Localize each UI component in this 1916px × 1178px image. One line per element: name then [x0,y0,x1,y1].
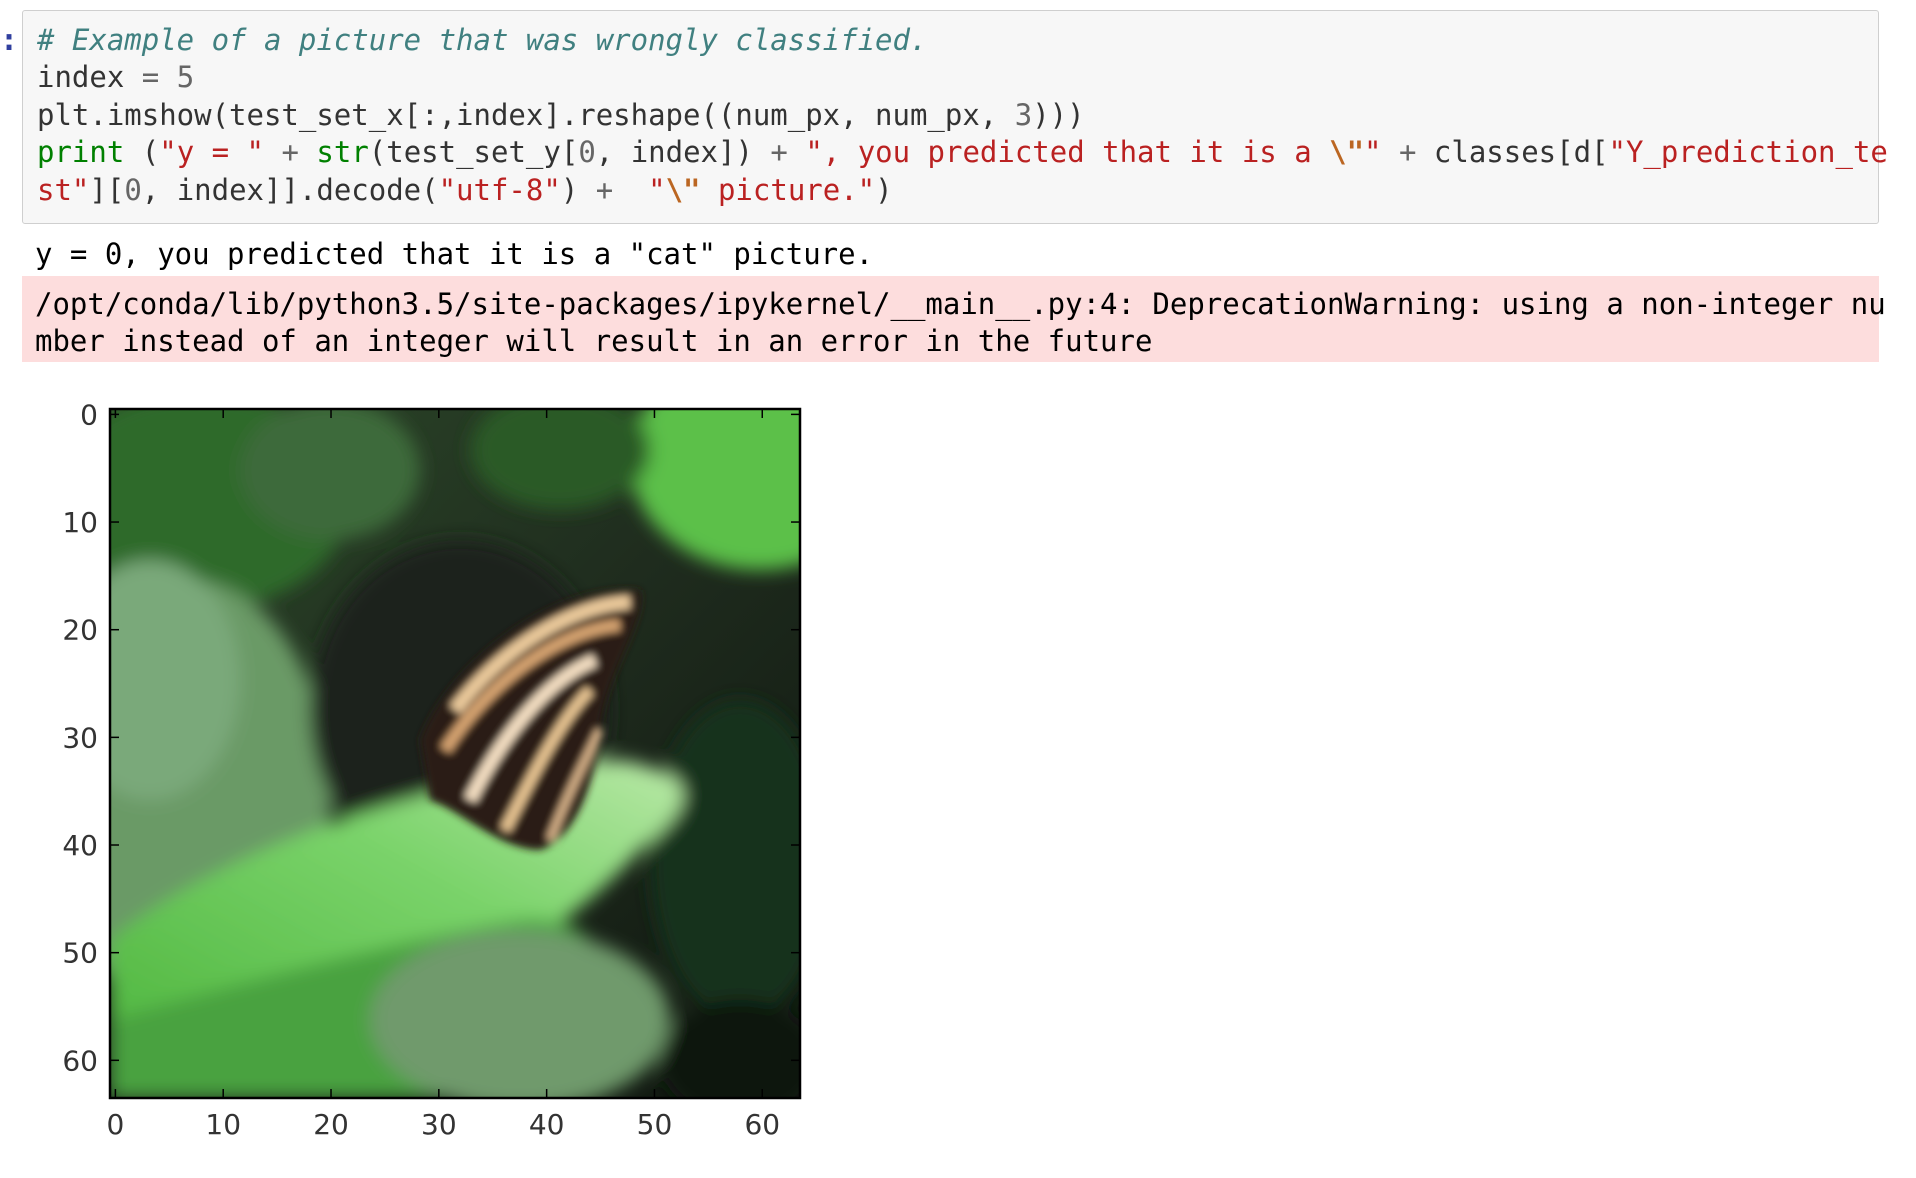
code-token: , index]) [595,135,771,170]
x-tick-label: 40 [529,1108,565,1141]
code-token: ) [875,172,893,207]
code-token: "utf-8" [438,172,561,207]
code-token: print [37,135,125,170]
x-tick-label: 20 [313,1108,349,1141]
y-tick-label: 50 [62,937,98,970]
x-tick-label: 0 [106,1108,124,1141]
code-line: plt.imshow(test_set_x[:,index].reshape((… [37,97,1878,134]
code-token: st" [37,172,90,207]
code-token: 5 [176,60,195,95]
code-token: picture." [700,172,876,207]
stderr-line-1: /opt/conda/lib/python3.5/site-packages/i… [35,287,1886,321]
code-token: \" [1329,135,1365,170]
code-token: + [770,135,788,170]
code-token: + [1398,135,1417,170]
code-token: , index]].decode( [141,172,439,207]
code-token: "y = " [159,135,264,170]
code-token: 0 [578,135,596,170]
code-token: str [316,135,369,170]
code-token: ) [560,172,596,207]
code-cell[interactable]: # Example of a picture that was wrongly … [22,10,1888,224]
code-token: " [648,172,666,207]
code-line: # Example of a picture that was wrongly … [37,22,1878,59]
code-token: plt.imshow(test_set_x[:,index].reshape((… [37,97,1015,132]
code-token: ( [124,135,160,170]
y-tick-label: 40 [62,829,98,862]
code-token: classes[d[ [1416,135,1609,170]
code-token: # Example of a picture that was wrongly … [37,23,928,57]
x-tick-label: 60 [744,1108,780,1141]
code-token: 0 [124,172,142,207]
butterfly-on-leaf-image [110,409,800,1098]
stdout-output: y = 0, you predicted that it is a "cat" … [35,237,874,271]
x-tick-label: 10 [205,1108,241,1141]
y-tick-label: 60 [62,1044,98,1077]
code-token: ))) [1032,97,1085,132]
code-token: = [141,60,160,95]
x-tick-label: 50 [637,1108,673,1141]
code-line: st"][0, index]].decode("utf-8") + "\" pi… [37,172,1878,209]
code-token: (test_set_y[ [368,135,579,170]
stderr-line-2: mber instead of an integer will result i… [35,324,1153,359]
code-token: index [37,60,142,95]
code-token: ][ [89,172,125,207]
y-tick-label: 20 [62,614,98,647]
code-token: + [281,135,299,170]
x-tick-label: 30 [421,1108,457,1141]
y-tick-label: 30 [62,721,98,754]
y-tick-label: 0 [80,398,98,431]
stderr-output: /opt/conda/lib/python3.5/site-packages/i… [22,276,1886,362]
code-token: \" [665,172,701,207]
imshow-figure: 0 10 20 30 40 50 60 0 10 20 30 40 50 60 [0,380,840,1160]
code-token: " [1364,135,1382,170]
cell-prompt: : [0,23,19,58]
imshow-plot: 0 10 20 30 40 50 600102030405060 [62,398,802,1141]
code-line: print ("y = " + str(test_set_y[0, index]… [37,134,1888,171]
y-tick-label: 10 [62,506,98,539]
code-token: 3 [1014,97,1033,132]
code-token: "Y_prediction_te [1608,135,1888,170]
code-token: + [595,172,614,207]
code-line: index = 5 [37,59,1878,96]
code-token: ", you predicted that it is a [805,135,1330,170]
